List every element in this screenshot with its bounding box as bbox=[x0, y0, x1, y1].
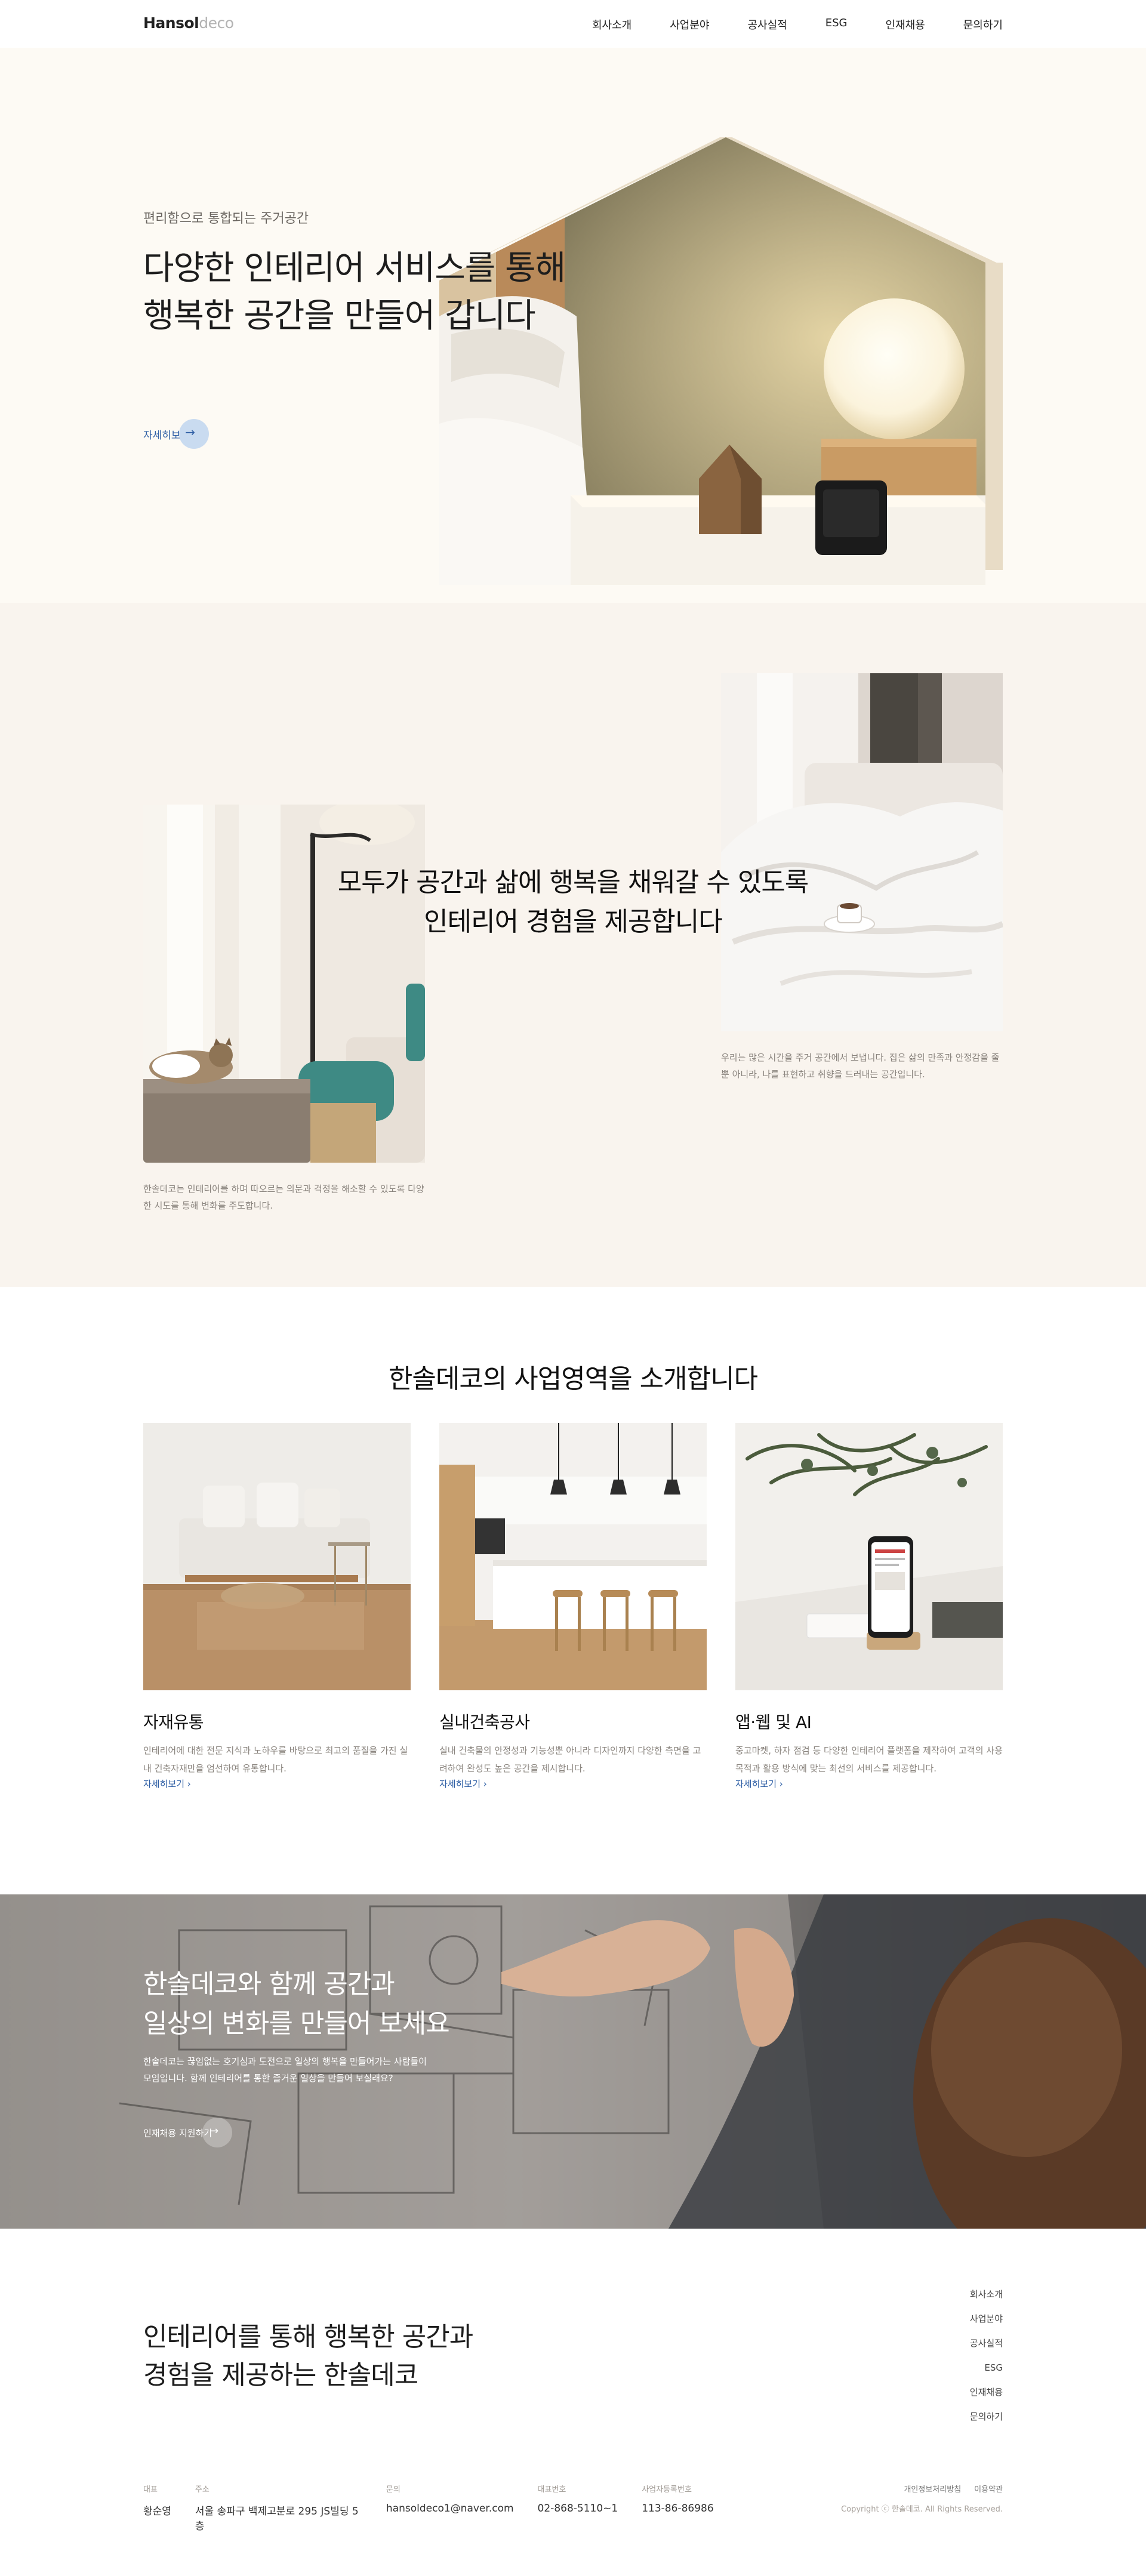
terms-link[interactable]: 이용약관 bbox=[974, 2483, 1003, 2494]
arrow-right-icon bbox=[202, 2118, 233, 2147]
hero-title-line1: 다양한 인테리어 서비스를 통해 bbox=[143, 249, 566, 288]
site-footer: 인테리어를 통해 행복한 공간과 경험을 제공하는 한솔데코 회사소개 사업분야… bbox=[0, 2229, 1146, 2576]
about-left-text: 한솔데코는 인테리어를 하며 따오르는 의문과 걱정을 해소할 수 있도록 다양… bbox=[143, 1184, 424, 1211]
about-title-line2: 인테리어 경험을 제공합니다 bbox=[424, 907, 723, 937]
hero-section: 편리함으로 통합되는 주거공간 다양한 인테리어 서비스를 통해 행복한 공간을… bbox=[0, 48, 1146, 603]
bedroom-image bbox=[721, 673, 1003, 1031]
business-card-desc: 실내 건축물의 안정성과 기능성뿐 아니라 디자인까지 다양한 측면을 고려하여… bbox=[439, 1745, 701, 1774]
business-card-desc: 인테리어에 대한 전문 지식과 노하우를 바탕으로 최고의 품질을 가진 실내 … bbox=[143, 1745, 408, 1774]
footer-title: 인테리어를 통해 행복한 공간과 경험을 제공하는 한솔데코 bbox=[143, 2318, 473, 2395]
chevron-right-icon: › bbox=[483, 1779, 487, 1789]
more-label: 자세히보기 bbox=[735, 1779, 777, 1789]
privacy-policy-link[interactable]: 개인정보처리방침 bbox=[904, 2483, 961, 2494]
company-info: 대표 황순영 주소 서울 송파구 백제고분로 295 JS빌딩 5층 문의 ha… bbox=[143, 2483, 714, 2532]
main-nav: 회사소개 사업분야 공사실적 ESG 인재채용 문의하기 bbox=[592, 17, 1003, 32]
business-card-more-link[interactable]: 자세히보기 › bbox=[439, 1779, 487, 1789]
nav-item-careers[interactable]: 인재채용 bbox=[886, 17, 925, 32]
logo-bold: Hansol bbox=[143, 14, 199, 32]
banner-title-line2: 일상의 변화를 만들어 보세요 bbox=[143, 2008, 450, 2039]
info-key: 사업자등록번호 bbox=[642, 2485, 692, 2494]
footer-nav-esg[interactable]: ESG bbox=[970, 2356, 1003, 2380]
hero-subtitle: 편리함으로 통합되는 주거공간 bbox=[143, 211, 309, 226]
legal-links: 개인정보처리방침 이용약관 bbox=[841, 2483, 1003, 2494]
business-card-title: 앱·웹 및 AI bbox=[735, 1712, 812, 1732]
footer-title-line1: 인테리어를 통해 행복한 공간과 bbox=[143, 2322, 473, 2352]
nav-item-business[interactable]: 사업분야 bbox=[670, 17, 709, 32]
living-room-cat-image bbox=[143, 805, 425, 1163]
business-card-more-link[interactable]: 자세히보기 › bbox=[735, 1779, 783, 1789]
info-key: 주소 bbox=[195, 2485, 210, 2494]
info-email: 문의 hansoldeco1@naver.com bbox=[386, 2483, 514, 2532]
site-header: Hansoldeco 회사소개 사업분야 공사실적 ESG 인재채용 문의하기 bbox=[0, 0, 1146, 48]
business-title: 한솔데코의 사업영역을 소개합니다 bbox=[388, 1364, 758, 1394]
info-business-number: 사업자등록번호 113-86-86986 bbox=[642, 2483, 713, 2532]
nav-item-contact[interactable]: 문의하기 bbox=[963, 17, 1003, 32]
info-value: 서울 송파구 백제고분로 295 JS빌딩 5층 bbox=[195, 2506, 359, 2532]
banner-title: 한솔데코와 함께 공간과 일상의 변화를 만들어 보세요 bbox=[143, 1965, 450, 2044]
logo-light: deco bbox=[199, 14, 234, 32]
chevron-right-icon: › bbox=[187, 1779, 191, 1789]
info-value[interactable]: hansoldeco1@naver.com bbox=[386, 2503, 514, 2515]
about-section: 모두가 공간과 삶에 행복을 채워갈 수 있도록 인테리어 경험을 제공합니다 … bbox=[0, 603, 1146, 1287]
more-label: 자세히보기 bbox=[439, 1779, 481, 1789]
careers-apply-label: 인재채용 지원하기 bbox=[143, 2127, 212, 2139]
about-right-text: 우리는 많은 시간을 주거 공간에서 보냅니다. 집은 삶의 만족과 안정감을 … bbox=[721, 1052, 1000, 1080]
info-address: 주소 서울 송파구 백제고분로 295 JS빌딩 5층 bbox=[195, 2483, 362, 2532]
banner-title-line1: 한솔데코와 함께 공간과 bbox=[143, 1969, 395, 1999]
footer-legal: 개인정보처리방침 이용약관 Copyright ⓒ 한솔데코. All Righ… bbox=[841, 2483, 1003, 2514]
app-phone-image bbox=[735, 1423, 1003, 1690]
arrow-right-icon bbox=[179, 419, 210, 449]
business-card-title: 자재유통 bbox=[143, 1712, 204, 1732]
construction-kitchen-image bbox=[439, 1423, 707, 1690]
logo[interactable]: Hansoldeco bbox=[143, 14, 234, 32]
business-card-app-web-ai: 앱·웹 및 AI 중고마켓, 하자 점검 등 다양한 인테리어 플랫폼을 제작하… bbox=[735, 1423, 1003, 1790]
careers-apply-link[interactable]: 인재채용 지원하기 bbox=[143, 2118, 233, 2147]
footer-nav-company[interactable]: 회사소개 bbox=[970, 2282, 1003, 2307]
info-value: 황순영 bbox=[143, 2506, 171, 2518]
about-title: 모두가 공간과 삶에 행복을 채워갈 수 있도록 인테리어 경험을 제공합니다 bbox=[334, 863, 812, 942]
footer-nav-contact[interactable]: 문의하기 bbox=[970, 2405, 1003, 2429]
footer-nav: 회사소개 사업분야 공사실적 ESG 인재채용 문의하기 bbox=[970, 2282, 1003, 2429]
about-title-line1: 모두가 공간과 삶에 행복을 채워갈 수 있도록 bbox=[337, 867, 809, 898]
business-card-materials: 자재유통 인테리어에 대한 전문 지식과 노하우를 바탕으로 최고의 품질을 가… bbox=[143, 1423, 411, 1790]
business-card-title: 실내건축공사 bbox=[439, 1712, 530, 1732]
business-card-desc: 중고마켓, 하자 점검 등 다양한 인테리어 플랫폼을 제작하여 고객의 사용 … bbox=[735, 1745, 1003, 1774]
footer-nav-business[interactable]: 사업분야 bbox=[970, 2307, 1003, 2331]
banner-desc-line1: 한솔데코는 끊임없는 호기심과 도전으로 일상의 행복을 만들어가는 사람들이 bbox=[143, 2056, 427, 2067]
footer-title-line2: 경험을 제공하는 한솔데코 bbox=[143, 2360, 418, 2390]
banner-desc: 한솔데코는 끊임없는 호기심과 도전으로 일상의 행복을 만들어가는 사람들이 … bbox=[143, 2053, 501, 2087]
materials-sofa-image bbox=[143, 1423, 411, 1690]
chevron-right-icon: › bbox=[779, 1779, 783, 1789]
business-section: 한솔데코의 사업영역을 소개합니다 자재유통 인테리어에 대한 전문 지식과 노… bbox=[0, 1287, 1146, 1894]
info-key: 대표번호 bbox=[537, 2485, 566, 2494]
info-key: 대표 bbox=[143, 2485, 158, 2494]
info-phone: 대표번호 02-868-5110~1 bbox=[538, 2483, 618, 2532]
copyright: Copyright ⓒ 한솔데코. All Rights Reserved. bbox=[841, 2505, 1003, 2514]
hero-house-image bbox=[439, 137, 1003, 585]
hero-title-line2: 행복한 공간을 만들어 갑니다 bbox=[143, 297, 536, 335]
info-value: 113-86-86986 bbox=[642, 2503, 714, 2515]
info-ceo: 대표 황순영 bbox=[143, 2483, 171, 2532]
careers-banner: 한솔데코와 함께 공간과 일상의 변화를 만들어 보세요 한솔데코는 끊임없는 … bbox=[0, 1894, 1146, 2229]
business-card-construction: 실내건축공사 실내 건축물의 안정성과 기능성뿐 아니라 디자인까지 다양한 측… bbox=[439, 1423, 707, 1790]
info-key: 문의 bbox=[386, 2485, 401, 2494]
hero-more-link[interactable]: 자세히보기 bbox=[143, 419, 210, 449]
hero-title: 다양한 인테리어 서비스를 통해 행복한 공간을 만들어 갑니다 bbox=[143, 245, 680, 340]
info-value: 02-868-5110~1 bbox=[537, 2503, 618, 2515]
nav-item-projects[interactable]: 공사실적 bbox=[748, 17, 787, 32]
banner-desc-line2: 모임입니다. 함께 인테리어를 통한 즐거운 일상을 만들어 보실래요? bbox=[143, 2073, 393, 2084]
more-label: 자세히보기 bbox=[143, 1779, 185, 1789]
nav-item-esg[interactable]: ESG bbox=[825, 17, 848, 32]
footer-nav-careers[interactable]: 인재채용 bbox=[970, 2380, 1003, 2405]
nav-item-company[interactable]: 회사소개 bbox=[592, 17, 631, 32]
footer-nav-projects[interactable]: 공사실적 bbox=[970, 2331, 1003, 2356]
business-card-more-link[interactable]: 자세히보기 › bbox=[143, 1779, 191, 1789]
